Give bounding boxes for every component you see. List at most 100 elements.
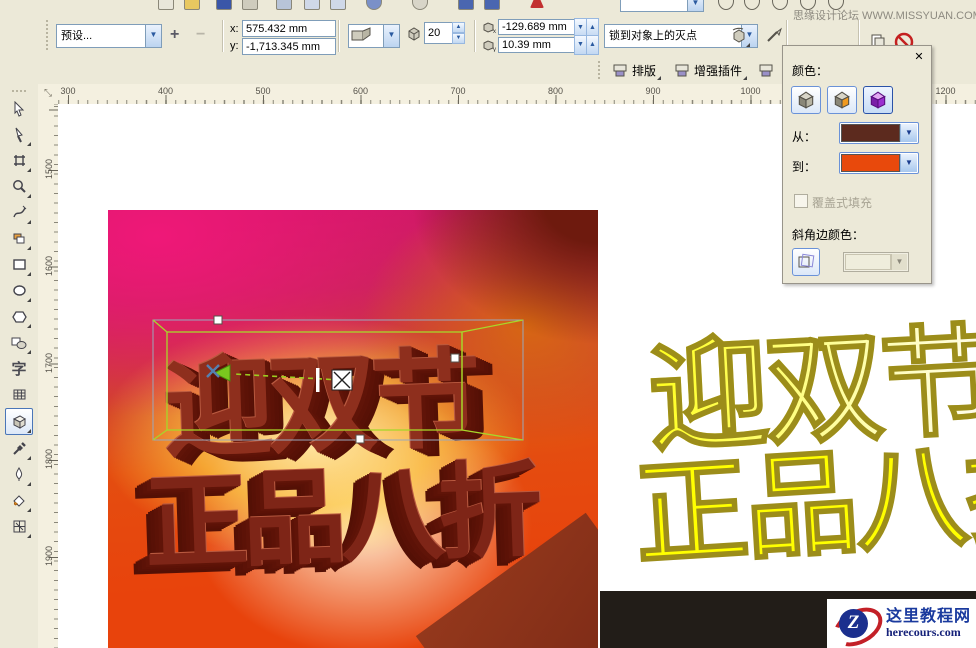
fill-tool[interactable] bbox=[6, 488, 32, 513]
from-color-picker[interactable]: ▼ bbox=[839, 122, 919, 144]
shape-tool[interactable] bbox=[6, 122, 32, 147]
zoom-out-icon[interactable] bbox=[744, 0, 760, 10]
use-solid-color-button[interactable] bbox=[827, 86, 857, 114]
vanishing-point-y-field[interactable]: 10.39 mm bbox=[498, 37, 580, 53]
preset-combo[interactable]: 预设... ▼ bbox=[56, 24, 162, 48]
toolbar-grip[interactable] bbox=[598, 61, 600, 79]
h-ruler-label: 500 bbox=[255, 86, 270, 96]
vertical-ruler[interactable]: 1500 1600 1700 1800 1900 bbox=[38, 104, 59, 648]
to-label: 到： bbox=[792, 158, 816, 175]
ruler-origin[interactable]: ⤡ bbox=[38, 84, 59, 105]
vp-y-icon: y bbox=[482, 39, 496, 55]
layout-label: 排版 bbox=[632, 62, 656, 79]
vp-y-up[interactable]: ▲ bbox=[586, 35, 599, 55]
yellow-text-line2[interactable]: 正品八折 bbox=[629, 397, 976, 589]
redo-icon[interactable] bbox=[412, 0, 428, 10]
logo-domain: herecours.com bbox=[886, 626, 971, 639]
extrusion-type-icon bbox=[349, 25, 383, 47]
smart-fill-tool[interactable] bbox=[6, 226, 32, 251]
layout-toolbar-button[interactable]: 排版 bbox=[606, 59, 662, 81]
close-icon[interactable]: ✕ bbox=[912, 50, 926, 64]
text-tool[interactable]: 字 bbox=[6, 356, 32, 381]
undo-icon[interactable] bbox=[366, 0, 382, 10]
h-ruler-label: 800 bbox=[548, 86, 563, 96]
interactive-fill-tool[interactable] bbox=[6, 514, 32, 539]
print-icon[interactable] bbox=[242, 0, 258, 10]
zoom-tool[interactable] bbox=[6, 174, 32, 199]
table-tool[interactable] bbox=[6, 382, 32, 407]
use-object-fill-button[interactable] bbox=[791, 86, 821, 114]
import-icon[interactable] bbox=[458, 0, 474, 10]
forum-watermark: 思缘设计论坛 WWW.MISSYUAN.COM bbox=[793, 7, 976, 23]
spin-up-icon[interactable]: ▲ bbox=[452, 22, 465, 33]
v-ruler-label: 1700 bbox=[44, 353, 54, 373]
to-color-swatch bbox=[841, 154, 900, 172]
depth-spinner[interactable]: ▲▼ bbox=[452, 22, 465, 44]
cut-icon[interactable] bbox=[276, 0, 292, 10]
extrusion-type-combo[interactable]: ▼ bbox=[348, 24, 400, 48]
from-color-swatch bbox=[841, 124, 900, 142]
ellipse-tool[interactable] bbox=[6, 278, 32, 303]
toolbar-grip[interactable] bbox=[46, 20, 48, 50]
toolbox: 字 bbox=[0, 84, 38, 648]
rectangle-tool[interactable] bbox=[6, 252, 32, 277]
spin-down-icon[interactable]: ▼ bbox=[452, 33, 465, 44]
artwork-text-line2[interactable]: 正品八折 bbox=[141, 425, 538, 590]
chevron-down-icon: ▼ bbox=[891, 254, 907, 270]
v-ruler-label: 1600 bbox=[44, 256, 54, 276]
outline-pen-tool[interactable] bbox=[6, 462, 32, 487]
extra-toolbar-button[interactable] bbox=[752, 59, 780, 81]
freehand-tool[interactable] bbox=[6, 200, 32, 225]
vanishing-point-x-field[interactable]: -129.689 mm bbox=[498, 19, 580, 35]
v-ruler-label: 1900 bbox=[44, 546, 54, 566]
pick-tool[interactable] bbox=[6, 96, 32, 121]
chevron-down-icon[interactable]: ▼ bbox=[900, 154, 917, 172]
open-icon[interactable] bbox=[184, 0, 200, 10]
extrude-color-docker: ✕ 颜色： 从： ▼ 到： ▼ 覆盖式填充 斜角边颜色： ▼ bbox=[782, 45, 932, 284]
new-doc-icon[interactable] bbox=[158, 0, 174, 10]
zoom-selection-icon[interactable] bbox=[772, 0, 788, 10]
h-ruler-label: 400 bbox=[158, 86, 173, 96]
overlay-fill-checkbox[interactable] bbox=[794, 194, 808, 208]
copy-icon[interactable] bbox=[304, 0, 320, 10]
paste-icon[interactable] bbox=[330, 0, 346, 10]
bevel-color-label: 斜角边颜色： bbox=[792, 226, 864, 243]
zoom-in-icon[interactable] bbox=[718, 0, 734, 10]
chevron-down-icon[interactable]: ▼ bbox=[145, 25, 161, 47]
chevron-down-icon[interactable]: ▼ bbox=[383, 25, 399, 47]
chevron-down-icon[interactable]: ▼ bbox=[687, 0, 703, 11]
toolbox-grip[interactable] bbox=[12, 90, 26, 92]
docker-title: 颜色： bbox=[792, 62, 828, 79]
crop-tool[interactable] bbox=[6, 148, 32, 173]
to-color-picker[interactable]: ▼ bbox=[839, 152, 919, 174]
h-ruler-label: 700 bbox=[450, 86, 465, 96]
object-x-field[interactable]: 575.432 mm bbox=[242, 20, 336, 37]
plugins-icon bbox=[674, 63, 690, 78]
plugins-toolbar-button[interactable]: 增强插件 bbox=[668, 59, 748, 81]
zoom-level-combo[interactable]: ▼ bbox=[620, 0, 704, 12]
polygon-tool[interactable] bbox=[6, 304, 32, 329]
svg-text:y: y bbox=[493, 47, 496, 52]
bevel-color-button[interactable] bbox=[792, 248, 820, 276]
use-color-shading-button[interactable] bbox=[863, 86, 893, 114]
h-ruler-label: 1000 bbox=[740, 86, 760, 96]
bevel-color-swatch bbox=[845, 254, 891, 270]
extrude-rotation-button[interactable] bbox=[727, 24, 751, 48]
eyedropper-tool[interactable] bbox=[6, 436, 32, 461]
object-y-field[interactable]: -1,713.345 mm bbox=[242, 38, 336, 55]
h-ruler-label: 600 bbox=[353, 86, 368, 96]
plugins-label: 增强插件 bbox=[694, 62, 742, 79]
coreldraw-window: ▼ 预设... ▼ + − x: 575.432 mm y: -1,713.34… bbox=[0, 0, 976, 648]
extrude-tool[interactable] bbox=[5, 408, 33, 435]
logo-globe-icon: Z bbox=[831, 602, 881, 646]
basic-shapes-tool[interactable] bbox=[6, 330, 32, 355]
app-launcher-icon[interactable] bbox=[530, 0, 544, 8]
add-preset-button[interactable]: + bbox=[170, 26, 179, 44]
h-ruler-label: 1200 bbox=[935, 86, 955, 96]
export-icon[interactable] bbox=[484, 0, 500, 10]
svg-text:x: x bbox=[493, 29, 496, 34]
chevron-down-icon[interactable]: ▼ bbox=[900, 124, 917, 142]
poster-artwork[interactable]: 迎双节 正品八折 bbox=[108, 210, 598, 648]
save-icon[interactable] bbox=[216, 0, 232, 10]
remove-preset-button[interactable]: − bbox=[196, 26, 205, 44]
